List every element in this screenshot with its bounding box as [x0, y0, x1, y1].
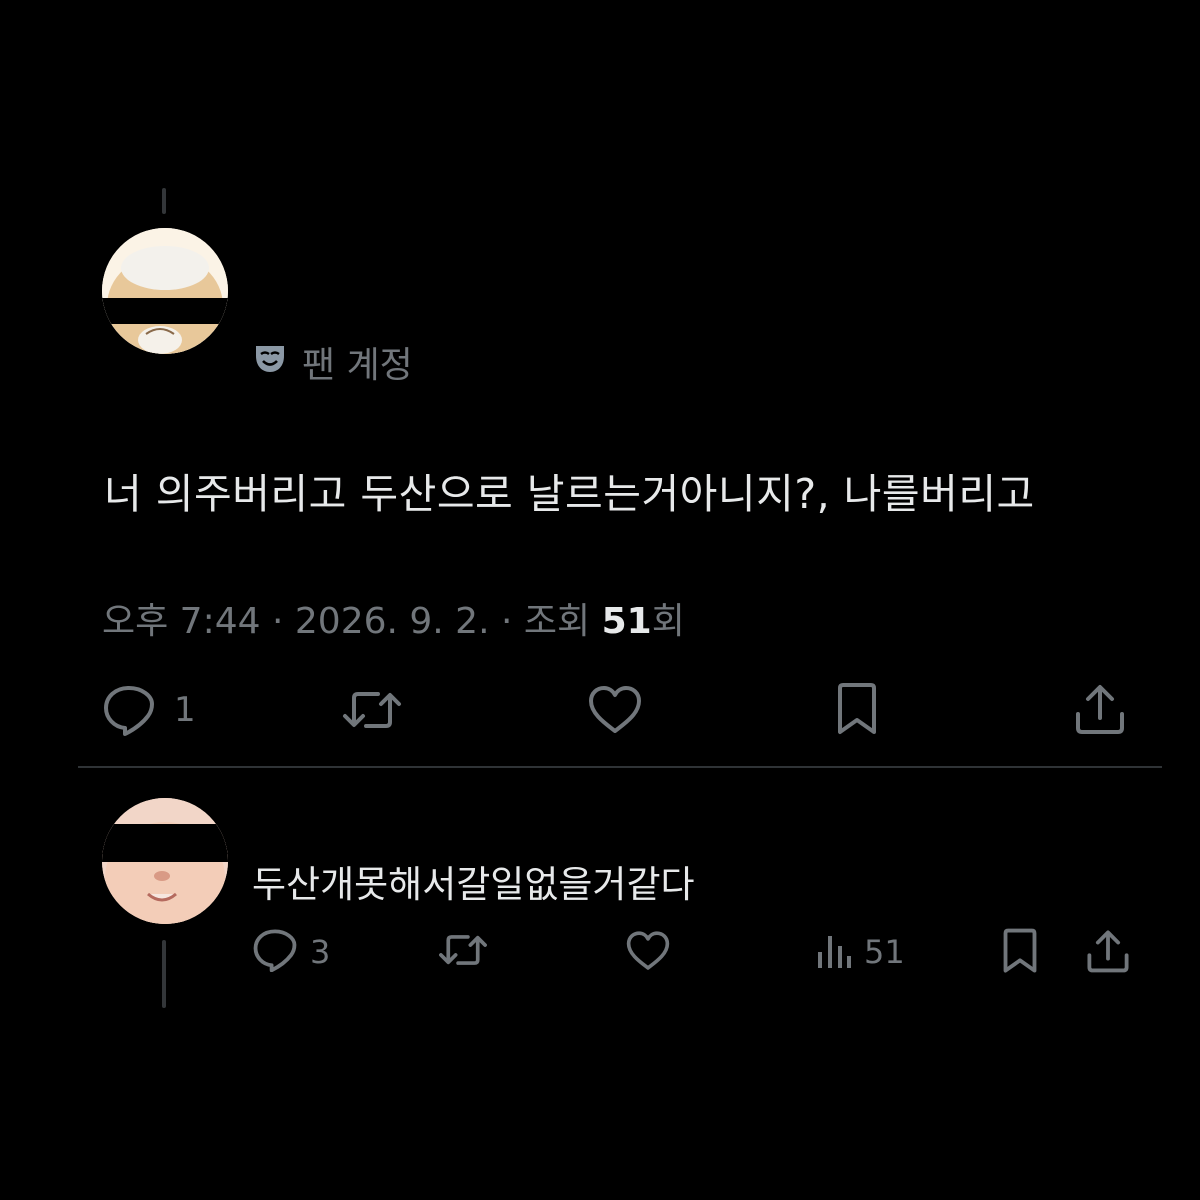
- reply-reply-button[interactable]: 3: [252, 928, 330, 976]
- theater-mask-icon: [252, 340, 288, 385]
- post-text: 너 의주버리고 두산으로 날르는거아니지?, 나를버리고: [104, 470, 1035, 518]
- bookmark-icon: [1000, 928, 1040, 978]
- like-button[interactable]: [586, 684, 644, 736]
- reply-repost-button[interactable]: [438, 932, 488, 972]
- badge-label: 팬 계정: [302, 345, 413, 386]
- reply-avatar[interactable]: [102, 798, 228, 924]
- share-button[interactable]: [1074, 682, 1126, 736]
- avatar-censor-bar: [102, 824, 228, 862]
- reply-bookmark-button[interactable]: [1000, 928, 1040, 978]
- post-meta: 오후 7:44 · 2026. 9. 2. · 조회 51회: [102, 592, 685, 644]
- repost-icon: [438, 932, 488, 972]
- heart-icon: [624, 930, 672, 976]
- repost-icon: [342, 688, 402, 732]
- repost-button[interactable]: [342, 688, 402, 732]
- bookmark-icon: [834, 682, 880, 736]
- meta-separator: ·: [501, 601, 513, 642]
- avatar-image: [102, 228, 228, 354]
- reply-button[interactable]: 1: [102, 684, 196, 736]
- reply-reply-count: 3: [310, 933, 331, 971]
- avatar-censor-bar: [102, 298, 228, 324]
- views-prefix: 조회: [523, 601, 591, 642]
- post-time[interactable]: 오후 7:44: [102, 601, 261, 642]
- comment-icon: [252, 928, 298, 976]
- avatar-censor-bar-extension: [78, 824, 102, 862]
- meta-separator: ·: [271, 601, 284, 642]
- bookmark-button[interactable]: [834, 682, 880, 736]
- reply-views-count: 51: [864, 933, 905, 971]
- reply-text: 두산개못해서갈일없을거같다: [252, 863, 695, 906]
- share-icon: [1086, 928, 1130, 978]
- fan-account-badge: 팬 계정: [252, 336, 413, 388]
- views-suffix: 회: [651, 601, 685, 642]
- post-date[interactable]: 2026. 9. 2.: [295, 601, 490, 642]
- views-count[interactable]: 51: [602, 601, 652, 642]
- reply-views-button[interactable]: 51: [816, 930, 905, 974]
- heart-icon: [586, 684, 644, 736]
- reply-share-button[interactable]: [1086, 928, 1130, 978]
- reply-like-button[interactable]: [624, 930, 672, 976]
- avatar[interactable]: [102, 228, 228, 354]
- bar-chart-icon: [816, 930, 852, 974]
- comment-icon: [102, 684, 156, 736]
- share-icon: [1074, 682, 1126, 736]
- divider: [78, 766, 1162, 768]
- thread-line-bottom: [162, 940, 166, 1008]
- thread-line-top: [162, 188, 166, 214]
- reply-count: 1: [174, 690, 196, 730]
